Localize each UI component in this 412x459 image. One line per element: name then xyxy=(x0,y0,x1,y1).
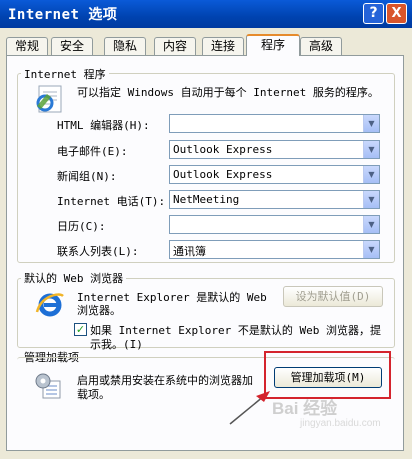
tab-programs[interactable]: 程序 xyxy=(246,34,300,56)
tab-advanced[interactable]: 高级 xyxy=(300,37,342,55)
internet-call-label: Internet 电话(T): xyxy=(57,195,166,208)
html-editor-label: HTML 编辑器(H): xyxy=(57,119,150,132)
chevron-down-icon: ▼ xyxy=(363,115,379,132)
internet-call-select[interactable]: NetMeeting ▼ xyxy=(169,190,380,209)
arrow-annotation-icon xyxy=(229,391,270,425)
chevron-down-icon: ▼ xyxy=(363,191,379,208)
addons-gear-icon xyxy=(35,373,61,399)
chevron-down-icon: ▼ xyxy=(363,141,379,158)
close-button[interactable]: X xyxy=(386,3,407,24)
tab-connections[interactable]: 连接 xyxy=(202,37,244,55)
prompt-default-checkbox[interactable]: ✓ xyxy=(74,323,87,336)
tab-content[interactable]: 内容 xyxy=(154,37,196,55)
newsgroups-label: 新闻组(N): xyxy=(57,170,117,183)
set-default-button[interactable]: 设为默认值(D) xyxy=(283,286,383,307)
chevron-down-icon: ▼ xyxy=(363,216,379,233)
calendar-label: 日历(C): xyxy=(57,220,106,233)
programs-description: 可以指定 Windows 自动用于每个 Internet 服务的程序。 xyxy=(77,86,379,99)
calendar-select[interactable]: ▼ xyxy=(169,215,380,234)
contact-list-select[interactable]: 通讯簿 ▼ xyxy=(169,240,380,259)
default-browser-line2: 浏览器。 xyxy=(77,304,121,317)
tab-security[interactable]: 安全 xyxy=(51,37,93,55)
newsgroups-select[interactable]: Outlook Express ▼ xyxy=(169,165,380,184)
chevron-down-icon: ▼ xyxy=(363,166,379,183)
tab-privacy[interactable]: 隐私 xyxy=(104,37,146,55)
chevron-down-icon: ▼ xyxy=(363,241,379,258)
default-browser-legend: 默认的 Web 浏览器 xyxy=(21,270,127,286)
internet-options-window: Internet 选项 ? X 常规 安全 隐私 内容 连接 程序 高级 Int… xyxy=(0,0,412,459)
prompt-default-line2: 示我。(I) xyxy=(90,338,143,351)
programs-icon xyxy=(36,85,62,113)
help-button[interactable]: ? xyxy=(363,3,384,24)
tab-general[interactable]: 常规 xyxy=(6,37,48,55)
contact-list-label: 联系人列表(L): xyxy=(57,245,139,258)
watermark-logo: Bai 经验 xyxy=(272,399,338,418)
html-editor-select[interactable]: ▼ xyxy=(169,114,380,133)
manage-addons-line2: 载项。 xyxy=(77,388,110,401)
email-label: 电子邮件(E): xyxy=(57,145,128,158)
watermark-url: jingyan.baidu.com xyxy=(300,418,381,429)
highlight-box xyxy=(264,351,391,399)
window-title: Internet 选项 xyxy=(8,7,118,23)
title-bar[interactable]: Internet 选项 ? X xyxy=(0,0,412,28)
email-select[interactable]: Outlook Express ▼ xyxy=(169,140,380,159)
internet-programs-legend: Internet 程序 xyxy=(21,66,109,82)
internet-explorer-icon xyxy=(35,293,64,317)
